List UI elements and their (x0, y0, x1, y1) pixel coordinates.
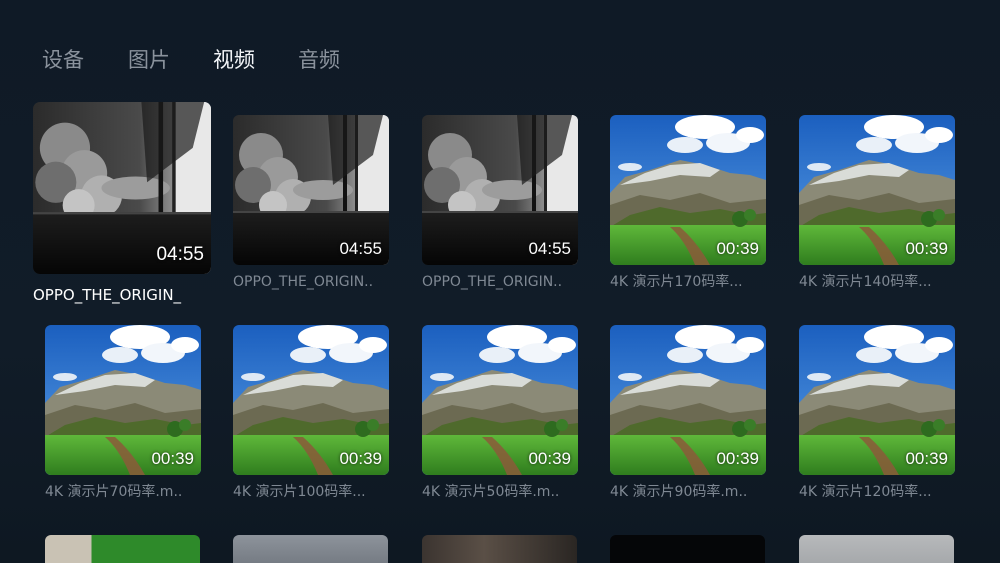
video-thumbnail: 00:39 (799, 325, 955, 475)
video-thumbnail-partial[interactable] (422, 535, 577, 563)
video-thumbnail: 00:39 (799, 115, 955, 265)
video-thumbnail: 00:39 (45, 325, 201, 475)
video-title: 4K 演示片90码率.m.. (610, 484, 748, 500)
video-title: 4K 演示片140码率... (799, 274, 932, 290)
video-card[interactable]: 00:39 4K 演示片90码率.m.. (610, 325, 766, 501)
video-thumbnail: 00:39 (610, 325, 766, 475)
tab-videos[interactable]: 视频 (213, 44, 255, 76)
video-card[interactable]: 00:39 4K 演示片140码率... (799, 115, 955, 291)
tab-devices[interactable]: 设备 (42, 44, 84, 76)
video-duration: 00:39 (528, 449, 571, 468)
video-card[interactable]: 04:55 OPPO_THE_ORIGIN.. (233, 115, 389, 291)
video-duration: 00:39 (339, 449, 382, 468)
video-thumbnail: 00:39 (610, 115, 766, 265)
video-thumbnail: 00:39 (422, 325, 578, 475)
video-duration: 00:39 (716, 449, 759, 468)
video-thumbnail: 04:55 (422, 115, 578, 265)
video-card[interactable]: 00:39 4K 演示片50码率.m.. (422, 325, 578, 501)
video-title: OPPO_THE_ORIGIN_ (33, 286, 182, 304)
video-card[interactable]: 04:55 OPPO_THE_ORIGIN_ (33, 102, 211, 304)
video-duration: 04:55 (528, 239, 571, 258)
tab-pictures[interactable]: 图片 (128, 44, 170, 76)
video-title: 4K 演示片50码率.m.. (422, 484, 560, 500)
video-card[interactable]: 00:39 4K 演示片70码率.m.. (45, 325, 201, 501)
video-thumbnail-partial[interactable] (45, 535, 200, 563)
tab-audio[interactable]: 音频 (298, 44, 340, 76)
video-thumbnail-partial[interactable] (799, 535, 954, 563)
video-browser-screen: 设备 图片 视频 音频 04:55 OPPO_THE_ORIGIN_ 04:55… (0, 0, 1000, 563)
video-duration: 00:39 (905, 449, 948, 468)
video-card[interactable]: 00:39 4K 演示片120码率... (799, 325, 955, 501)
video-thumbnail-partial[interactable] (610, 535, 765, 563)
video-duration: 04:55 (156, 244, 204, 265)
video-title: 4K 演示片100码率... (233, 484, 366, 500)
video-duration: 00:39 (716, 239, 759, 258)
video-title: OPPO_THE_ORIGIN.. (233, 274, 374, 290)
video-card[interactable]: 04:55 OPPO_THE_ORIGIN.. (422, 115, 578, 291)
video-thumbnail-partial[interactable] (233, 535, 388, 563)
video-title: 4K 演示片70码率.m.. (45, 484, 183, 500)
video-title: 4K 演示片120码率... (799, 484, 932, 500)
video-thumbnail: 00:39 (233, 325, 389, 475)
video-thumbnail: 04:55 (233, 115, 389, 265)
video-title: OPPO_THE_ORIGIN.. (422, 274, 563, 290)
video-card[interactable]: 00:39 4K 演示片170码率... (610, 115, 766, 291)
video-title: 4K 演示片170码率... (610, 274, 743, 290)
video-duration: 04:55 (339, 239, 382, 258)
video-duration: 00:39 (905, 239, 948, 258)
video-thumbnail: 04:55 (33, 102, 211, 274)
video-duration: 00:39 (151, 449, 194, 468)
video-card[interactable]: 00:39 4K 演示片100码率... (233, 325, 389, 501)
